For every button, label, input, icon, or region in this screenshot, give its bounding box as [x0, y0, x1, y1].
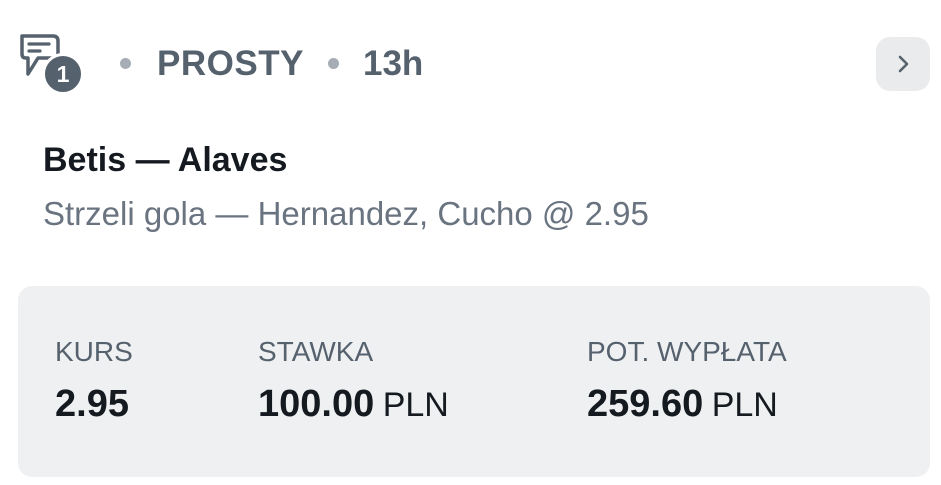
open-bet-details-button[interactable]	[876, 37, 930, 91]
odds-stat: KURS 2.95	[55, 335, 133, 433]
odds-value-row: 2.95	[55, 383, 133, 433]
bet-summary-panel: KURS 2.95 STAWKA 100.00 PLN POT. WYPŁATA…	[18, 286, 930, 477]
payout-value-row: 259.60 PLN	[587, 383, 787, 433]
separator-dot	[120, 58, 131, 69]
separator-dot	[328, 58, 339, 69]
event-name: Betis — Alaves	[43, 141, 288, 179]
payout-currency: PLN	[711, 386, 778, 424]
odds-value: 2.95	[55, 383, 129, 425]
selection-description: Strzeli gola — Hernandez, Cucho @ 2.95	[43, 195, 649, 232]
odds-label: KURS	[55, 336, 133, 367]
bet-card-header: 1 PROSTY 13h	[18, 32, 930, 96]
stake-label: STAWKA	[258, 336, 374, 367]
bet-type-label: PROSTY	[157, 44, 304, 83]
bet-time-label: 13h	[363, 44, 424, 83]
payout-value: 259.60	[587, 383, 704, 425]
chevron-right-icon	[898, 55, 909, 73]
payout-label: POT. WYPŁATA	[587, 336, 787, 367]
stake-value: 100.00	[258, 383, 375, 425]
stake-stat: STAWKA 100.00 PLN	[258, 335, 449, 433]
stake-value-row: 100.00 PLN	[258, 383, 449, 433]
stake-currency: PLN	[382, 386, 449, 424]
payout-stat: POT. WYPŁATA 259.60 PLN	[587, 335, 787, 433]
selection-count-badge: 1	[42, 53, 84, 95]
